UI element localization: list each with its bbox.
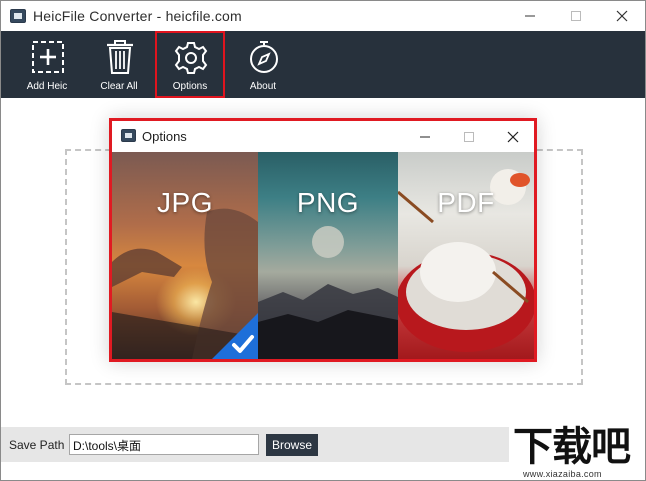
dialog-close-button[interactable]: [490, 121, 536, 152]
format-label-pdf: PDF: [437, 187, 495, 218]
clear-all-label: Clear All: [100, 81, 138, 92]
window-title: HeicFile Converter - heicfile.com: [33, 8, 242, 24]
save-path-label: Save Path: [9, 438, 65, 452]
about-button[interactable]: About: [231, 31, 295, 98]
about-label: About: [249, 81, 277, 92]
format-label-jpg: JPG: [157, 187, 213, 218]
clear-all-button[interactable]: Clear All: [87, 31, 151, 98]
close-icon: [507, 131, 519, 142]
watermark-url: www.xiazaiba.com: [523, 469, 602, 479]
format-tile-jpg[interactable]: JPG: [112, 152, 258, 359]
gear-icon: [174, 42, 208, 74]
close-button[interactable]: [599, 1, 645, 31]
options-button[interactable]: Options: [155, 31, 225, 98]
format-label-png: PNG: [296, 187, 360, 218]
minimize-icon: [420, 136, 430, 137]
maximize-icon: [571, 11, 581, 21]
add-heic-button[interactable]: Add Heic: [15, 31, 79, 98]
dialog-app-icon: [121, 129, 136, 142]
app-window: HeicFile Converter - heicfile.com Add He…: [0, 0, 646, 481]
format-tiles: JPG PNG PDF: [112, 152, 534, 359]
format-tile-png[interactable]: PNG: [258, 152, 398, 359]
browse-button[interactable]: Browse: [266, 434, 318, 456]
options-label: Options: [172, 81, 208, 92]
minimize-button[interactable]: [507, 1, 553, 31]
dialog-title-bar: Options: [112, 121, 534, 152]
trash-icon: [107, 40, 133, 74]
close-icon: [616, 10, 628, 22]
watermark-text: 下载吧: [513, 424, 631, 470]
add-heic-label: Add Heic: [26, 81, 68, 92]
maximize-icon: [464, 131, 474, 142]
add-box-icon: [32, 41, 64, 73]
dialog-maximize-button[interactable]: [446, 121, 492, 152]
app-logo-icon: [10, 9, 26, 23]
toolbar: Add Heic Clear All Options About: [1, 31, 645, 98]
selected-check-icon: [212, 313, 258, 359]
title-bar: HeicFile Converter - heicfile.com: [1, 1, 645, 31]
pdf-preview-image: [398, 169, 534, 352]
save-path-input[interactable]: D:\tools\桌面: [69, 434, 259, 455]
format-tile-pdf[interactable]: PDF: [398, 152, 534, 359]
minimize-icon: [525, 15, 535, 17]
maximize-button[interactable]: [553, 1, 599, 31]
compass-icon: [250, 41, 278, 73]
dialog-title: Options: [142, 129, 187, 144]
dialog-minimize-button[interactable]: [402, 121, 448, 152]
watermark-logo: 下载吧 www.xiazaiba.com: [509, 424, 645, 480]
options-dialog: Options JPG PNG PDF: [109, 118, 537, 362]
png-preview-image: [258, 226, 398, 359]
